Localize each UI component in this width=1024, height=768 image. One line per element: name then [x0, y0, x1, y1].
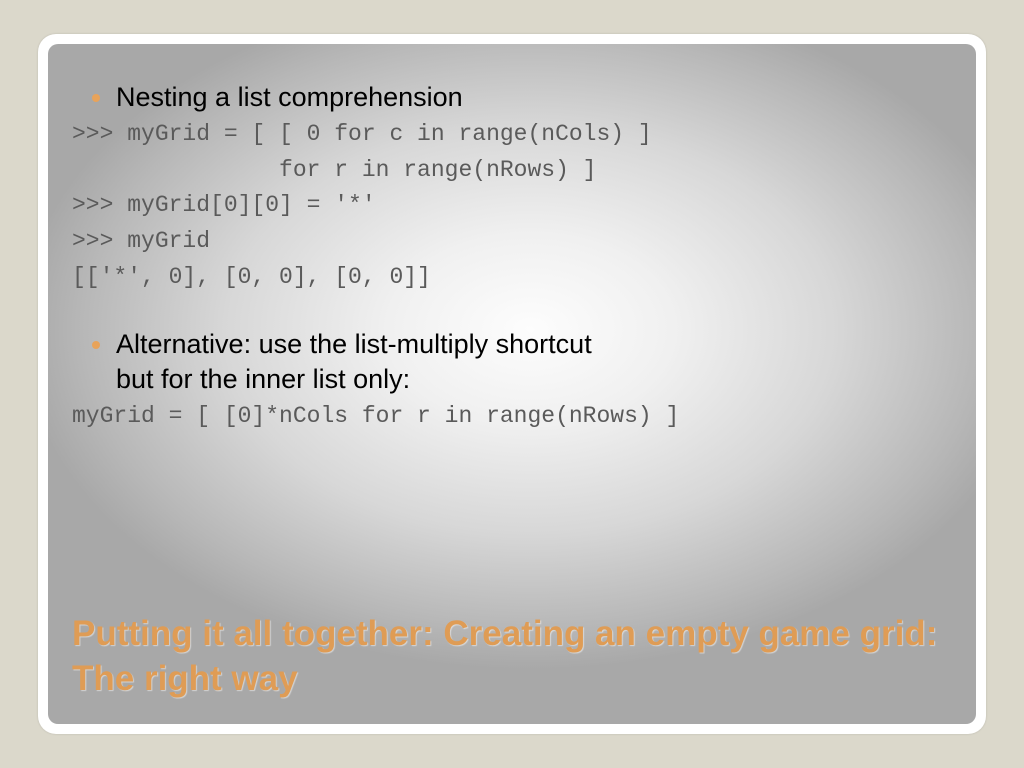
- bullet-text-2-line1: Alternative: use the list-multiply short…: [116, 329, 592, 359]
- bullet-item-2: Alternative: use the list-multiply short…: [72, 327, 952, 397]
- slide-content: Nesting a list comprehension >>> myGrid …: [48, 44, 976, 724]
- code-block-2: myGrid = [ [0]*nCols for r in range(nRow…: [72, 399, 952, 435]
- code-line: myGrid = [ [0]*nCols for r in range(nRow…: [72, 403, 679, 429]
- bullet-text-1: Nesting a list comprehension: [116, 80, 463, 115]
- code-block-1: >>> myGrid = [ [ 0 for c in range(nCols)…: [72, 117, 952, 295]
- content-block: Nesting a list comprehension >>> myGrid …: [72, 80, 952, 435]
- bullet-dot-icon: [92, 341, 100, 349]
- bullet-text-2-line2: but for the inner list only:: [116, 364, 410, 394]
- code-line: for r in range(nRows) ]: [72, 157, 597, 183]
- title-area: Putting it all together: Creating an emp…: [72, 612, 952, 702]
- slide-title: Putting it all together: Creating an emp…: [72, 612, 952, 702]
- code-line: >>> myGrid = [ [ 0 for c in range(nCols)…: [72, 121, 652, 147]
- spacer: [72, 295, 952, 327]
- bullet-text-2: Alternative: use the list-multiply short…: [116, 327, 592, 397]
- bullet-item-1: Nesting a list comprehension: [72, 80, 952, 115]
- code-line: [['*', 0], [0, 0], [0, 0]]: [72, 264, 431, 290]
- bullet-dot-icon: [92, 94, 100, 102]
- code-line: >>> myGrid: [72, 228, 210, 254]
- slide-frame: Nesting a list comprehension >>> myGrid …: [38, 34, 986, 734]
- code-line: >>> myGrid[0][0] = '*': [72, 192, 376, 218]
